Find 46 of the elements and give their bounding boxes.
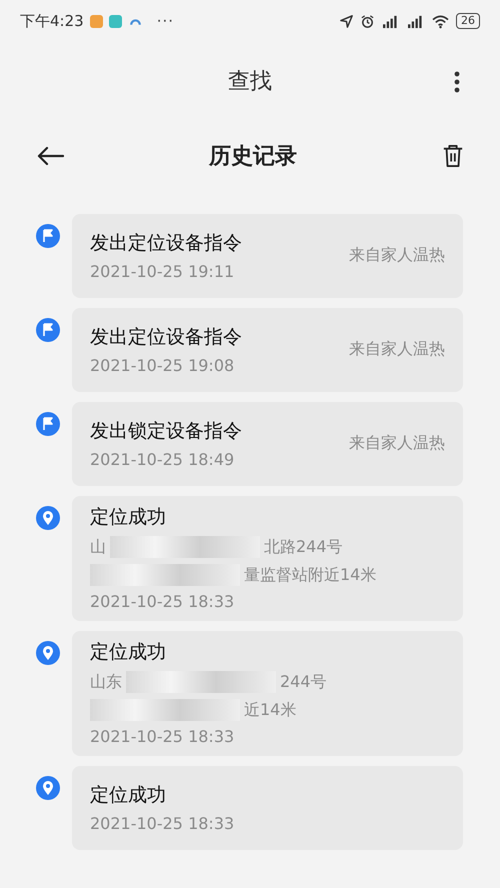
- notes-app-icon: [90, 14, 103, 28]
- record-time: 2021-10-25 19:11: [90, 262, 236, 280]
- app-title: 查找: [228, 68, 272, 96]
- record-time: 2021-10-25 18:33: [90, 592, 236, 611]
- record-title: 定位成功: [90, 640, 167, 665]
- alarm-icon: [360, 14, 375, 28]
- address-text: 244号: [280, 672, 327, 692]
- record-time: 2021-10-25 18:49: [90, 450, 236, 468]
- address-text: 山: [90, 536, 106, 558]
- page-title: 历史记录: [208, 143, 298, 171]
- flag-icon: [36, 412, 60, 436]
- more-notifications: ···: [156, 12, 174, 30]
- history-card[interactable]: 发出锁定设备指令 2021-10-25 18:49 来自家人温热: [72, 402, 463, 486]
- record-source: 来自家人温热: [349, 338, 445, 360]
- delete-icon[interactable]: [442, 144, 464, 168]
- flag-icon: [36, 318, 60, 342]
- record-title: 发出定位设备指令: [90, 230, 243, 256]
- location-arrow-icon: [339, 14, 354, 28]
- history-card[interactable]: 定位成功 山 北路244号 量监督站附近14米 2021-10-25 18:33: [72, 496, 463, 621]
- record-time: 2021-10-25 18:33: [90, 814, 236, 832]
- record-title: 发出定位设备指令: [90, 324, 243, 350]
- address-text: 量监督站附近14米: [244, 564, 376, 586]
- more-menu-icon[interactable]: [454, 70, 460, 94]
- address-text: 山东: [90, 672, 122, 692]
- send-app-icon: [108, 14, 122, 28]
- location-pin-icon: [36, 776, 60, 800]
- record-time: 2021-10-25 18:33: [90, 727, 236, 746]
- status-time: 下午4:23: [20, 12, 84, 30]
- record-title: 发出锁定设备指令: [90, 418, 243, 444]
- history-card[interactable]: 发出定位设备指令 2021-10-25 19:11 来自家人温热: [72, 214, 463, 298]
- record-source: 来自家人温热: [349, 244, 445, 266]
- record-title: 定位成功: [90, 505, 167, 530]
- history-card[interactable]: 定位成功 2021-10-25 18:33: [72, 766, 463, 850]
- record-title: 定位成功: [90, 782, 167, 808]
- flag-icon: [36, 224, 60, 248]
- battery-indicator: 26: [456, 13, 480, 29]
- location-pin-icon: [36, 506, 60, 530]
- history-card[interactable]: 发出定位设备指令 2021-10-25 19:08 来自家人温热: [72, 308, 463, 392]
- wifi-icon: [431, 14, 450, 28]
- address-text: 近14米: [244, 700, 296, 720]
- history-card[interactable]: 定位成功 山东 244号 近14米 2021-10-25 18:33: [72, 631, 463, 756]
- record-time: 2021-10-25 19:08: [90, 356, 236, 374]
- location-pin-icon: [36, 641, 60, 665]
- record-source: 来自家人温热: [349, 432, 445, 454]
- address-text: 北路244号: [264, 536, 343, 558]
- back-arrow-icon[interactable]: [36, 146, 64, 166]
